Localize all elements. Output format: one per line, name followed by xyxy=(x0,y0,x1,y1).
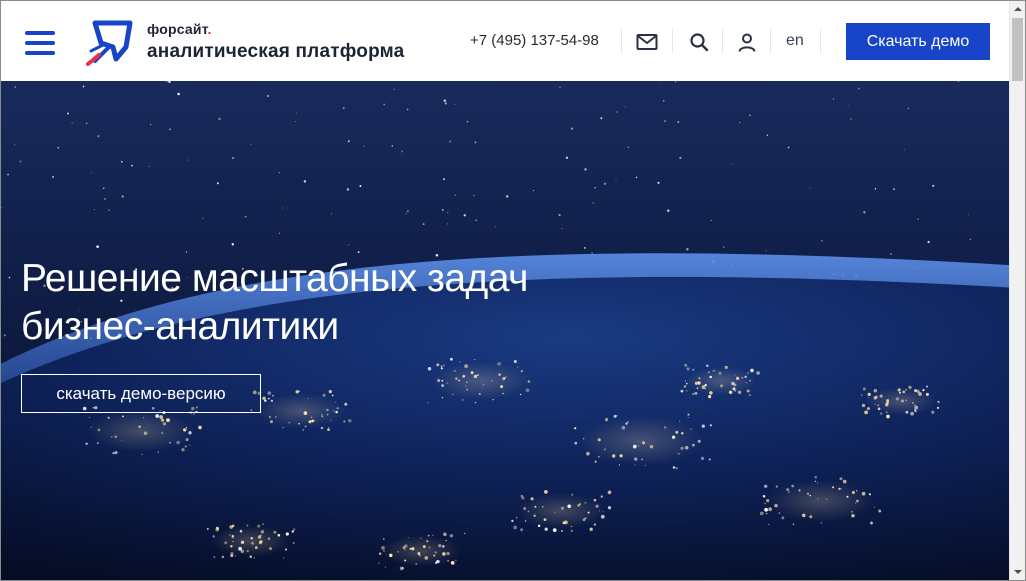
brand-name: форсайт. xyxy=(147,21,212,37)
search-icon[interactable] xyxy=(687,30,711,54)
phone-link[interactable]: +7 (495) 137-54-98 xyxy=(470,32,599,49)
language-switch[interactable]: en xyxy=(786,32,804,50)
hamburger-menu-icon[interactable] xyxy=(23,29,57,57)
scroll-down-arrow-icon[interactable] xyxy=(1010,564,1026,580)
brand-logo-text[interactable]: форсайт. аналитическая платформа xyxy=(147,21,404,65)
header-divider xyxy=(820,29,821,53)
brand-dot: . xyxy=(207,21,212,37)
header-divider xyxy=(621,29,622,53)
vertical-scrollbar[interactable] xyxy=(1009,1,1025,580)
hero-heading: Решение масштабных задач бизнес-аналитик… xyxy=(21,255,528,351)
hero-banner: Решение масштабных задач бизнес-аналитик… xyxy=(1,81,1009,580)
scroll-up-arrow-icon[interactable] xyxy=(1010,1,1026,17)
download-demo-version-button[interactable]: скачать демо-версию xyxy=(21,374,261,413)
site-header: форсайт. аналитическая платформа +7 (495… xyxy=(1,1,1009,81)
header-divider xyxy=(722,29,723,53)
download-demo-button[interactable]: Скачать демо xyxy=(846,23,990,60)
header-divider xyxy=(770,29,771,53)
envelope-icon[interactable] xyxy=(635,30,659,54)
brand-tagline: аналитическая платформа xyxy=(147,41,405,62)
hero-heading-line-1: Решение масштабных задач xyxy=(21,257,528,300)
browser-window: форсайт. аналитическая платформа +7 (495… xyxy=(0,0,1026,581)
scrollbar-thumb[interactable] xyxy=(1012,18,1023,81)
hero-heading-line-2: бизнес-аналитики xyxy=(21,305,339,348)
rocket-logo-icon[interactable] xyxy=(83,17,133,67)
header-divider xyxy=(672,29,673,53)
user-icon[interactable] xyxy=(735,30,759,54)
